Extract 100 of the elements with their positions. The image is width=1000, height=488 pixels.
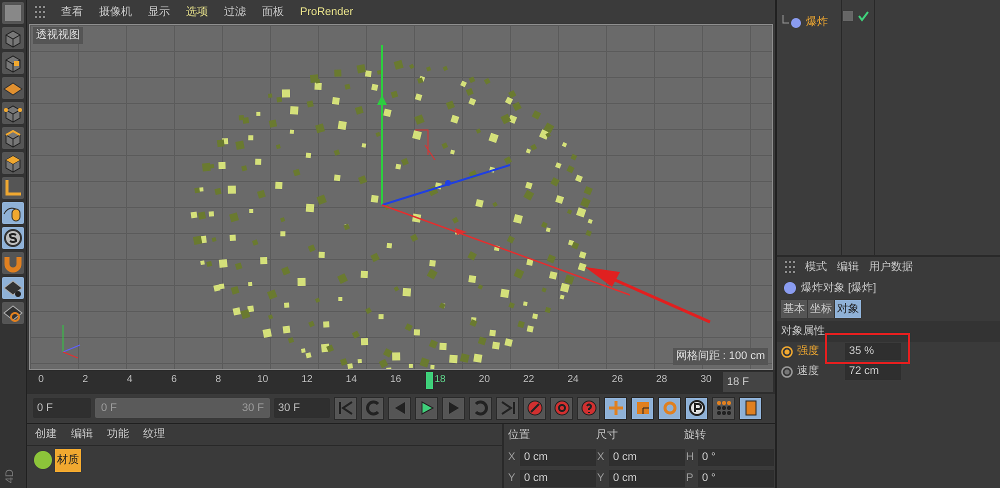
menu-item[interactable]: ProRender	[300, 4, 354, 20]
cube-icon[interactable]	[2, 27, 24, 49]
dot-grid-icon	[716, 400, 732, 416]
start-frame-field[interactable]: 0 F	[33, 398, 91, 418]
material-name[interactable]: 材质	[55, 449, 81, 472]
frame-number: 28	[656, 372, 668, 387]
radio-icon[interactable]	[781, 346, 793, 358]
axis-indicator-icon	[62, 324, 80, 359]
axis-label: H	[686, 450, 695, 465]
coordinate-field[interactable]: 0 cm	[609, 470, 685, 486]
frame-number: 14	[346, 372, 357, 387]
parameter-field[interactable]: 72 cm	[845, 363, 901, 380]
tab[interactable]: 对象	[835, 300, 861, 318]
object-name[interactable]: 爆炸	[806, 14, 828, 30]
axis-label: P	[686, 470, 694, 486]
logo-text: 4D	[2, 468, 17, 483]
axis-icon[interactable]	[2, 177, 24, 199]
record-position-icon	[526, 400, 542, 416]
menu-item[interactable]: 模式	[805, 258, 827, 276]
parameter-label: 强度	[797, 344, 820, 360]
coordinate-field[interactable]: 0 °	[698, 448, 774, 466]
frame-number: 22	[523, 372, 534, 387]
help-button[interactable]	[577, 396, 600, 420]
material-ball-icon[interactable]	[33, 450, 53, 470]
frame-number: 26	[612, 372, 623, 387]
range-end-label: 30 F	[242, 401, 264, 416]
s-circle-icon[interactable]	[2, 227, 24, 249]
next-key-icon	[472, 400, 488, 416]
column-header: 位置	[508, 428, 531, 443]
rotate-tool-icon	[662, 400, 678, 416]
current-frame-field[interactable]: 18 F	[723, 372, 773, 392]
axis-label: X	[508, 450, 516, 465]
tab[interactable]: 基本	[781, 300, 807, 318]
section-header: 对象属性	[777, 321, 1000, 342]
tab[interactable]: 坐标	[808, 300, 834, 318]
frame-number: 30	[700, 372, 712, 387]
menu-item[interactable]: 功能	[107, 426, 129, 443]
menu-item[interactable]: 显示	[148, 4, 170, 20]
cube-edges-icon[interactable]	[2, 127, 24, 149]
end-frame-field[interactable]: 30 F	[274, 398, 330, 418]
grid-plane-icon[interactable]	[2, 77, 24, 99]
menu-item[interactable]: 面板	[262, 4, 284, 20]
play-icon	[418, 400, 434, 416]
frame-number: 16	[390, 372, 402, 387]
layout-icon	[742, 400, 758, 416]
menu-item[interactable]: 用户数据	[869, 258, 913, 276]
frame-number: 12	[301, 372, 313, 387]
coordinate-field[interactable]: 0 cm	[609, 448, 685, 466]
radio-icon[interactable]	[781, 366, 793, 378]
menu-item[interactable]: 编辑	[71, 426, 93, 443]
scale-tool-button[interactable]	[631, 396, 654, 420]
frame-number: 6	[171, 372, 177, 387]
record-rotation-button[interactable]	[550, 396, 573, 420]
move-tool-button[interactable]	[604, 396, 627, 420]
menu-item[interactable]: 摄像机	[99, 4, 132, 20]
mouse-icon[interactable]	[2, 202, 24, 224]
last-frame-icon	[500, 400, 516, 416]
menu-item[interactable]: 查看	[61, 4, 83, 20]
coordinate-field[interactable]: 0 cm	[520, 470, 596, 486]
checker-cube-icon[interactable]	[2, 52, 24, 74]
tree-branch-icon	[781, 15, 803, 30]
menu-item[interactable]: 编辑	[837, 258, 859, 276]
frame-number: 8	[216, 372, 222, 387]
visibility-toggle-icon[interactable]	[842, 10, 870, 24]
range-start-label: 0 F	[101, 401, 117, 416]
dot-grid-button[interactable]	[712, 396, 735, 420]
previous-key-icon	[364, 400, 380, 416]
frame-number: 18	[434, 372, 446, 387]
axis-label: Y	[508, 470, 516, 486]
parameter-label: 速度	[797, 364, 820, 380]
help-icon	[580, 400, 596, 416]
coordinate-field[interactable]: 0 °	[698, 470, 774, 486]
play-button[interactable]	[415, 396, 438, 420]
layout-button[interactable]	[739, 396, 762, 420]
timeline-ruler[interactable]: 0 2 4 6 8 10 12 14 16 18 20 22 24 26 28 30	[37, 370, 717, 394]
frame-number: 4	[126, 372, 132, 387]
cube-points-icon[interactable]	[2, 102, 24, 124]
parameter-field[interactable]: 35 %	[845, 343, 901, 360]
menu-item[interactable]: 创建	[35, 426, 57, 443]
menu-item[interactable]: 纹理	[143, 426, 165, 443]
rotate-tool-button[interactable]	[658, 396, 681, 420]
sphere-icon	[783, 281, 797, 296]
menu-item[interactable]: 过滤	[224, 4, 246, 20]
axis-label: Y	[597, 470, 606, 486]
coordinate-field[interactable]: 0 cm	[520, 448, 596, 466]
frame-number: 0	[38, 372, 44, 387]
menu-item[interactable]: 选项	[186, 4, 208, 20]
cube-face-icon[interactable]	[2, 152, 24, 174]
parameter-icon	[688, 400, 704, 416]
scale-tool-icon	[634, 400, 650, 416]
record-rotation-icon	[554, 400, 570, 416]
grid-cycle-icon[interactable]	[2, 302, 24, 324]
locked-grid-icon[interactable]	[2, 277, 24, 299]
column-header: 尺寸	[596, 428, 619, 443]
grip-icon	[35, 6, 45, 18]
playhead[interactable]	[426, 372, 433, 389]
column-header: 旋转	[684, 428, 707, 443]
record-position-button[interactable]	[523, 396, 546, 420]
frame-number: 10	[257, 372, 268, 387]
parameter-button[interactable]	[685, 396, 708, 420]
